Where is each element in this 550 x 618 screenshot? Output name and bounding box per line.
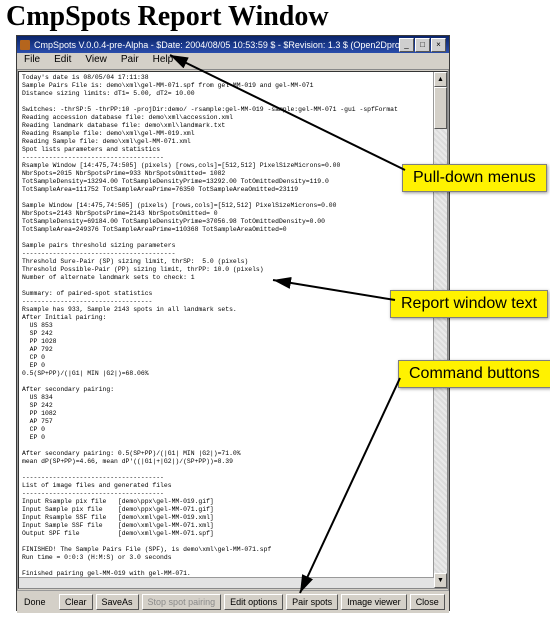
scroll-down-icon[interactable]: ▼ <box>434 573 447 588</box>
image-viewer-button[interactable]: Image viewer <box>341 594 407 610</box>
callout-buttons: Command buttons <box>398 360 550 388</box>
maximize-button[interactable]: □ <box>415 38 430 52</box>
page-heading: CmpSpots Report Window <box>0 0 550 34</box>
saveas-button[interactable]: SaveAs <box>96 594 139 610</box>
pair-spots-button[interactable]: Pair spots <box>286 594 338 610</box>
report-text: Today's date is 08/05/04 17:11:38 Sample… <box>19 72 447 588</box>
callout-report: Report window text <box>390 290 548 318</box>
stop-spot-pairing-button[interactable]: Stop spot pairing <box>142 594 222 610</box>
callout-menus: Pull-down menus <box>402 164 547 192</box>
menu-edit[interactable]: Edit <box>47 53 78 69</box>
vertical-scrollbar[interactable]: ▲ ▼ <box>433 72 447 588</box>
scroll-thumb[interactable] <box>434 87 447 129</box>
command-button-bar: Done Clear SaveAs Stop spot pairing Edit… <box>17 590 449 613</box>
menu-help[interactable]: Help <box>146 53 181 69</box>
clear-button[interactable]: Clear <box>59 594 93 610</box>
menu-bar: File Edit View Pair Help <box>17 53 449 70</box>
report-window: CmpSpots V.0.0.4-pre-Alpha - $Date: 2004… <box>16 35 450 611</box>
menu-view[interactable]: View <box>78 53 114 69</box>
window-title: CmpSpots V.0.0.4-pre-Alpha - $Date: 2004… <box>34 40 399 50</box>
title-bar[interactable]: CmpSpots V.0.0.4-pre-Alpha - $Date: 2004… <box>17 36 449 53</box>
status-label: Done <box>20 597 56 607</box>
report-textarea[interactable]: Today's date is 08/05/04 17:11:38 Sample… <box>18 71 448 589</box>
close-window-button[interactable]: × <box>431 38 446 52</box>
minimize-button[interactable]: _ <box>399 38 414 52</box>
menu-file[interactable]: File <box>17 53 47 69</box>
close-button[interactable]: Close <box>410 594 445 610</box>
java-icon <box>20 40 30 50</box>
menu-pair[interactable]: Pair <box>114 53 146 69</box>
edit-options-button[interactable]: Edit options <box>224 594 283 610</box>
scroll-track[interactable] <box>434 87 447 573</box>
horizontal-scrollbar[interactable] <box>19 577 434 588</box>
scroll-up-icon[interactable]: ▲ <box>434 72 447 87</box>
